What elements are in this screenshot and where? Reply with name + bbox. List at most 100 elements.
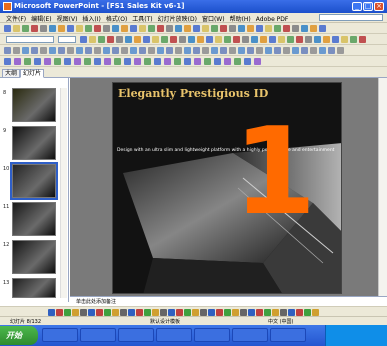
standard-button-icon[interactable]	[319, 25, 326, 32]
custom-button-icon[interactable]	[164, 58, 171, 65]
formatting-button-icon[interactable]	[116, 36, 123, 43]
formatting-button-icon[interactable]	[332, 36, 339, 43]
custom-button-icon[interactable]	[134, 58, 141, 65]
formatting-button-icon[interactable]	[233, 36, 240, 43]
formatting-button-icon[interactable]	[152, 36, 159, 43]
draw-button-icon[interactable]	[232, 309, 239, 316]
draw-button-icon[interactable]	[248, 309, 255, 316]
formatting-button-icon[interactable]	[224, 36, 231, 43]
taskbar-window-button[interactable]	[156, 328, 192, 342]
draw-button-icon[interactable]	[304, 309, 311, 316]
draw-button-icon[interactable]	[48, 309, 55, 316]
draw-button-icon[interactable]	[120, 309, 127, 316]
draw-button-icon[interactable]	[216, 309, 223, 316]
standard-button-icon[interactable]	[31, 25, 38, 32]
standard-button-icon[interactable]	[130, 25, 137, 32]
formatting-button-icon[interactable]	[179, 36, 186, 43]
align-button-icon[interactable]	[337, 47, 344, 54]
formatting-button-icon[interactable]	[188, 36, 195, 43]
draw-button-icon[interactable]	[80, 309, 87, 316]
draw-button-icon[interactable]	[104, 309, 111, 316]
custom-button-icon[interactable]	[54, 58, 61, 65]
draw-button-icon[interactable]	[264, 309, 271, 316]
taskbar-window-button[interactable]	[232, 328, 268, 342]
taskbar-window-button[interactable]	[194, 328, 230, 342]
draw-button-icon[interactable]	[272, 309, 279, 316]
formatting-button-icon[interactable]	[287, 36, 294, 43]
standard-button-icon[interactable]	[283, 25, 290, 32]
draw-button-icon[interactable]	[184, 309, 191, 316]
menu-item-0[interactable]: 文件(F)	[6, 16, 26, 23]
draw-button-icon[interactable]	[56, 309, 63, 316]
standard-button-icon[interactable]	[202, 25, 209, 32]
font-name-select[interactable]	[6, 36, 54, 43]
align-button-icon[interactable]	[130, 47, 137, 54]
align-button-icon[interactable]	[4, 47, 11, 54]
slide-thumbnail[interactable]	[12, 278, 56, 298]
formatting-button-icon[interactable]	[98, 36, 105, 43]
align-button-icon[interactable]	[58, 47, 65, 54]
align-button-icon[interactable]	[238, 47, 245, 54]
menu-item-5[interactable]: 工具(T)	[132, 16, 152, 23]
align-button-icon[interactable]	[220, 47, 227, 54]
standard-button-icon[interactable]	[166, 25, 173, 32]
align-button-icon[interactable]	[166, 47, 173, 54]
custom-button-icon[interactable]	[234, 58, 241, 65]
formatting-button-icon[interactable]	[206, 36, 213, 43]
custom-button-icon[interactable]	[194, 58, 201, 65]
draw-button-icon[interactable]	[256, 309, 263, 316]
standard-button-icon[interactable]	[175, 25, 182, 32]
custom-button-icon[interactable]	[64, 58, 71, 65]
align-button-icon[interactable]	[157, 47, 164, 54]
tab-slides[interactable]: 幻灯片	[20, 69, 45, 78]
custom-button-icon[interactable]	[104, 58, 111, 65]
slide-thumbnail[interactable]	[10, 162, 58, 200]
formatting-button-icon[interactable]	[314, 36, 321, 43]
taskbar-window-button[interactable]	[118, 328, 154, 342]
align-button-icon[interactable]	[76, 47, 83, 54]
align-button-icon[interactable]	[229, 47, 236, 54]
align-button-icon[interactable]	[13, 47, 20, 54]
standard-button-icon[interactable]	[211, 25, 218, 32]
draw-button-icon[interactable]	[240, 309, 247, 316]
formatting-button-icon[interactable]	[350, 36, 357, 43]
align-button-icon[interactable]	[247, 47, 254, 54]
standard-button-icon[interactable]	[76, 25, 83, 32]
formatting-button-icon[interactable]	[251, 36, 258, 43]
standard-button-icon[interactable]	[22, 25, 29, 32]
align-button-icon[interactable]	[49, 47, 56, 54]
custom-button-icon[interactable]	[154, 58, 161, 65]
draw-button-icon[interactable]	[208, 309, 215, 316]
formatting-button-icon[interactable]	[197, 36, 204, 43]
custom-button-icon[interactable]	[34, 58, 41, 65]
custom-button-icon[interactable]	[94, 58, 101, 65]
draw-button-icon[interactable]	[136, 309, 143, 316]
slides-pane-scrollbar[interactable]	[60, 88, 67, 298]
slide-thumbnail[interactable]	[12, 88, 56, 122]
standard-button-icon[interactable]	[139, 25, 146, 32]
taskbar-window-button[interactable]	[42, 328, 78, 342]
formatting-button-icon[interactable]	[323, 36, 330, 43]
start-button[interactable]: 开始	[0, 326, 38, 345]
draw-button-icon[interactable]	[64, 309, 71, 316]
custom-button-icon[interactable]	[204, 58, 211, 65]
standard-button-icon[interactable]	[13, 25, 20, 32]
align-button-icon[interactable]	[121, 47, 128, 54]
draw-button-icon[interactable]	[296, 309, 303, 316]
draw-button-icon[interactable]	[168, 309, 175, 316]
standard-button-icon[interactable]	[310, 25, 317, 32]
standard-button-icon[interactable]	[220, 25, 227, 32]
align-button-icon[interactable]	[67, 47, 74, 54]
align-button-icon[interactable]	[94, 47, 101, 54]
align-button-icon[interactable]	[283, 47, 290, 54]
formatting-button-icon[interactable]	[161, 36, 168, 43]
draw-button-icon[interactable]	[128, 309, 135, 316]
slide-thumbnail[interactable]	[12, 126, 56, 160]
draw-button-icon[interactable]	[88, 309, 95, 316]
standard-button-icon[interactable]	[148, 25, 155, 32]
standard-button-icon[interactable]	[229, 25, 236, 32]
standard-button-icon[interactable]	[238, 25, 245, 32]
align-button-icon[interactable]	[40, 47, 47, 54]
notes-pane[interactable]: 单击此处添加备注	[70, 296, 387, 306]
formatting-button-icon[interactable]	[260, 36, 267, 43]
